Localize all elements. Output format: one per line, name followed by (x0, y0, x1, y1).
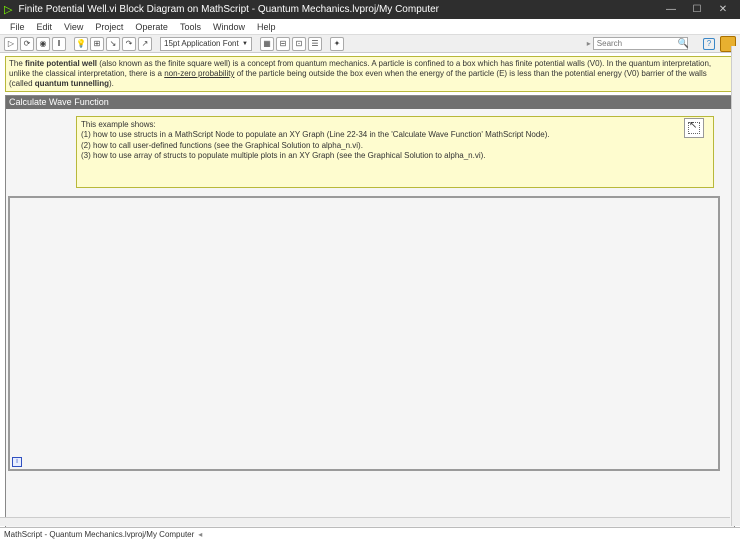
run-icon: ▷ (4, 3, 12, 16)
window-scrollbar-v[interactable] (731, 46, 740, 526)
window-title: Finite Potential Well.vi Block Diagram o… (18, 4, 658, 15)
help-button[interactable]: ? (703, 38, 715, 50)
align-button[interactable]: ▦ (260, 37, 274, 51)
highlight-button[interactable]: 💡 (74, 37, 88, 51)
pause-button[interactable]: ‖ (52, 37, 66, 51)
run-button[interactable]: ▷ (4, 37, 18, 51)
search-icon: 🔍 (678, 38, 689, 49)
distribute-button[interactable]: ⊟ (276, 37, 290, 51)
menu-operate[interactable]: Operate (129, 22, 174, 32)
resize-button[interactable]: ⊡ (292, 37, 306, 51)
retain-button[interactable]: ⊞ (90, 37, 104, 51)
block-diagram-canvas[interactable]: Calculate Wave Function This example sho… (5, 95, 735, 536)
breadcrumb-arrow-icon: ◂ (198, 530, 202, 539)
menu-bar: File Edit View Project Operate Tools Win… (0, 19, 740, 35)
menu-help[interactable]: Help (251, 22, 282, 32)
minimize-button[interactable]: — (658, 4, 684, 15)
example-tip: This example shows: (1) how to use struc… (76, 116, 714, 188)
maximize-button[interactable]: ☐ (684, 4, 710, 15)
step-out-button[interactable]: ↗ (138, 37, 152, 51)
search-input[interactable] (593, 37, 688, 50)
window-scrollbar-h[interactable] (0, 517, 730, 526)
loop-iteration-terminal[interactable]: i (12, 457, 22, 467)
close-button[interactable]: ✕ (710, 4, 736, 15)
section-header: Calculate Wave Function (5, 96, 735, 109)
font-label: 15pt Application Font (164, 39, 239, 48)
menu-file[interactable]: File (4, 22, 31, 32)
window-titlebar: ▷ Finite Potential Well.vi Block Diagram… (0, 0, 740, 19)
abort-button[interactable]: ◉ (36, 37, 50, 51)
font-select[interactable]: 15pt Application Font ▼ (160, 37, 252, 51)
step-into-button[interactable]: ↘ (106, 37, 120, 51)
run-cont-button[interactable]: ⟳ (20, 37, 34, 51)
menu-project[interactable]: Project (89, 22, 129, 32)
toolbar: ▷ ⟳ ◉ ‖ 💡 ⊞ ↘ ↷ ↗ 15pt Application Font … (0, 35, 740, 53)
while-loop: i (8, 196, 720, 471)
step-over-button[interactable]: ↷ (122, 37, 136, 51)
menu-edit[interactable]: Edit (31, 22, 59, 32)
description-box: The finite potential well (also known as… (5, 56, 735, 92)
reorder-button[interactable]: ☰ (308, 37, 322, 51)
status-bar: MathScript - Quantum Mechanics.lvproj/My… (0, 527, 740, 540)
menu-window[interactable]: Window (207, 22, 251, 32)
menu-view[interactable]: View (58, 22, 89, 32)
context-help-icon[interactable] (684, 118, 704, 138)
project-path[interactable]: MathScript - Quantum Mechanics.lvproj/My… (4, 530, 194, 539)
menu-tools[interactable]: Tools (174, 22, 207, 32)
cleanup-button[interactable]: ✦ (330, 37, 344, 51)
